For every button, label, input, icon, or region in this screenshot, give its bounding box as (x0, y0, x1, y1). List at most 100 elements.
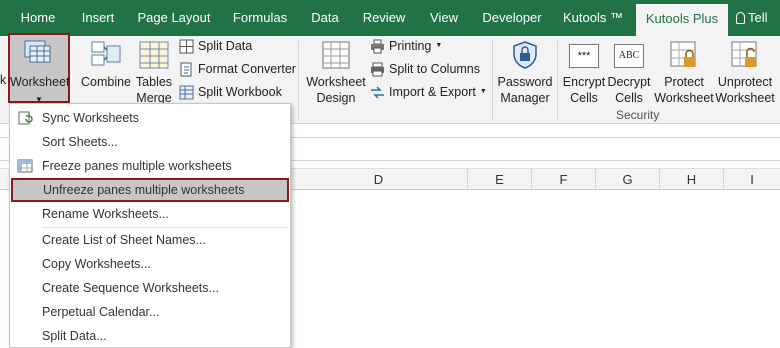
decrypt-cells-label-2: Cells (615, 91, 643, 105)
split-workbook-label: Split Workbook (198, 85, 282, 99)
previous-button-label-fragment: k (0, 73, 7, 87)
tab-data[interactable]: Data (300, 0, 350, 36)
unprotect-worksheet-icon (731, 41, 757, 67)
unprotect-worksheet-label-1: Unprotect (717, 75, 773, 89)
worksheet-design-label-1: Worksheet (306, 75, 366, 89)
freeze-panes-icon (17, 159, 33, 173)
tab-review[interactable]: Review (352, 0, 416, 36)
ribbon-separator (298, 40, 299, 120)
encrypt-cells-label-1: Encrypt (562, 75, 606, 89)
printing-button[interactable]: Printing ▼ (370, 36, 442, 56)
import-export-label: Import & Export (389, 85, 476, 99)
lightbulb-icon (736, 12, 745, 24)
password-manager-label-2: Manager (500, 91, 550, 105)
decrypt-cells-icon: ABC (614, 44, 644, 68)
tab-page-layout[interactable]: Page Layout (128, 0, 220, 36)
format-converter-button[interactable]: Format Converter (179, 59, 296, 79)
menu-item-label: Freeze panes multiple worksheets (42, 159, 232, 173)
menu-item-label: Unfreeze panes multiple worksheets (43, 183, 245, 197)
encrypt-cells-button[interactable]: *** Encrypt Cells (562, 38, 606, 106)
menu-item-freeze-panes[interactable]: Freeze panes multiple worksheets (10, 154, 290, 178)
menu-item-label: Perpetual Calendar... (42, 305, 160, 319)
menu-item-create-list-of-sheet-names[interactable]: Create List of Sheet Names... (10, 228, 290, 252)
protect-worksheet-label-1: Protect (664, 75, 704, 89)
decrypt-cells-button[interactable]: ABC Decrypt Cells (607, 38, 651, 106)
combine-icon (91, 41, 121, 66)
chevron-down-icon: ▼ (435, 42, 443, 49)
menu-item-label: Sort Sheets... (42, 135, 118, 149)
combine-button[interactable]: Combine (80, 38, 132, 90)
decrypt-cells-label-1: Decrypt (607, 75, 651, 89)
encrypt-cells-icon: *** (569, 44, 599, 68)
column-header-f[interactable]: F (532, 169, 596, 190)
unprotect-worksheet-label-2: Worksheet (715, 91, 775, 105)
split-to-columns-button[interactable]: Split to Columns (370, 59, 480, 79)
split-workbook-button[interactable]: Split Workbook (179, 82, 282, 102)
tab-kutools-plus[interactable]: Kutools Plus (636, 4, 728, 36)
menu-item-label: Sync Worksheets (42, 111, 140, 125)
tab-insert[interactable]: Insert (70, 0, 126, 36)
worksheets-icon (24, 40, 51, 63)
tables-merge-icon (139, 41, 169, 69)
security-group-label: Security (616, 108, 660, 122)
protect-worksheet-button[interactable]: Protect Worksheet (653, 38, 715, 106)
menu-item-sort-sheets[interactable]: Sort Sheets... (10, 130, 290, 154)
import-export-icon (371, 85, 384, 99)
menu-item-create-sequence-worksheets[interactable]: Create Sequence Worksheets... (10, 276, 290, 300)
split-data-button[interactable]: Split Data (179, 36, 252, 56)
worksheet-design-button[interactable]: Worksheet Design (306, 38, 366, 106)
worksheet-design-label-2: Design (316, 91, 356, 105)
ribbon-separator (557, 40, 558, 120)
split-data-label: Split Data (198, 39, 253, 53)
unprotect-worksheet-button[interactable]: Unprotect Worksheet (715, 38, 775, 106)
encrypt-cells-label-2: Cells (570, 91, 598, 105)
tab-home[interactable]: Home (8, 0, 68, 36)
menu-item-split-data[interactable]: Split Data... (10, 324, 290, 348)
format-converter-label: Format Converter (198, 62, 296, 76)
ribbon-tab-bar: Home Insert Page Layout Formulas Data Re… (0, 0, 780, 36)
menu-item-rename-worksheets[interactable]: Rename Worksheets... (10, 202, 290, 226)
protect-worksheet-label-2: Worksheet (654, 91, 714, 105)
ribbon-separator (492, 40, 493, 120)
printing-label: Printing (389, 39, 432, 53)
tab-formulas[interactable]: Formulas (222, 0, 298, 36)
password-manager-label-1: Password (497, 75, 553, 89)
tab-developer[interactable]: Developer (472, 0, 552, 36)
menu-item-copy-worksheets[interactable]: Copy Worksheets... (10, 252, 290, 276)
column-header-e[interactable]: E (468, 169, 532, 190)
menu-item-label: Create List of Sheet Names... (42, 233, 206, 247)
printer-icon (371, 39, 384, 53)
menu-item-label: Copy Worksheets... (42, 257, 151, 271)
worksheet-button-label: Worksheet (10, 75, 70, 89)
shield-lock-icon (513, 41, 537, 69)
split-to-columns-icon (371, 62, 384, 76)
column-header-d[interactable]: D (290, 169, 468, 190)
password-manager-button[interactable]: Password Manager (497, 38, 553, 106)
chevron-down-icon: ▼ (479, 88, 487, 95)
column-header-g[interactable]: G (596, 169, 660, 190)
split-data-icon (179, 39, 194, 53)
tab-view[interactable]: View (418, 0, 470, 36)
split-to-columns-label: Split to Columns (389, 62, 481, 76)
format-converter-icon (180, 62, 192, 76)
menu-item-unfreeze-panes[interactable]: Unfreeze panes multiple worksheets (11, 178, 289, 202)
tab-kutools[interactable]: Kutools ™ (554, 0, 632, 36)
menu-item-label: Create Sequence Worksheets... (42, 281, 219, 295)
worksheet-dropdown-button[interactable]: Worksheet ▼ (10, 38, 70, 108)
tab-tell-me[interactable]: Tell (736, 0, 780, 36)
protect-worksheet-icon (670, 41, 696, 67)
menu-item-sync-worksheets[interactable]: Sync Worksheets (10, 106, 290, 130)
column-header-h[interactable]: H (660, 169, 724, 190)
menu-item-label: Rename Worksheets... (42, 207, 169, 221)
menu-item-perpetual-calendar[interactable]: Perpetual Calendar... (10, 300, 290, 324)
worksheet-design-icon (322, 41, 350, 69)
worksheet-dropdown-menu: Sync Worksheets Sort Sheets... Freeze pa… (9, 103, 291, 348)
combine-label: Combine (80, 75, 132, 89)
tables-merge-label-1: Tables (135, 75, 173, 89)
split-workbook-icon (179, 85, 194, 99)
column-header-i[interactable]: I (724, 169, 780, 190)
tables-merge-button[interactable]: Tables Merge (134, 38, 174, 106)
import-export-button[interactable]: Import & Export ▼ (370, 82, 487, 102)
menu-item-label: Split Data... (42, 329, 107, 343)
sync-icon (18, 111, 33, 125)
